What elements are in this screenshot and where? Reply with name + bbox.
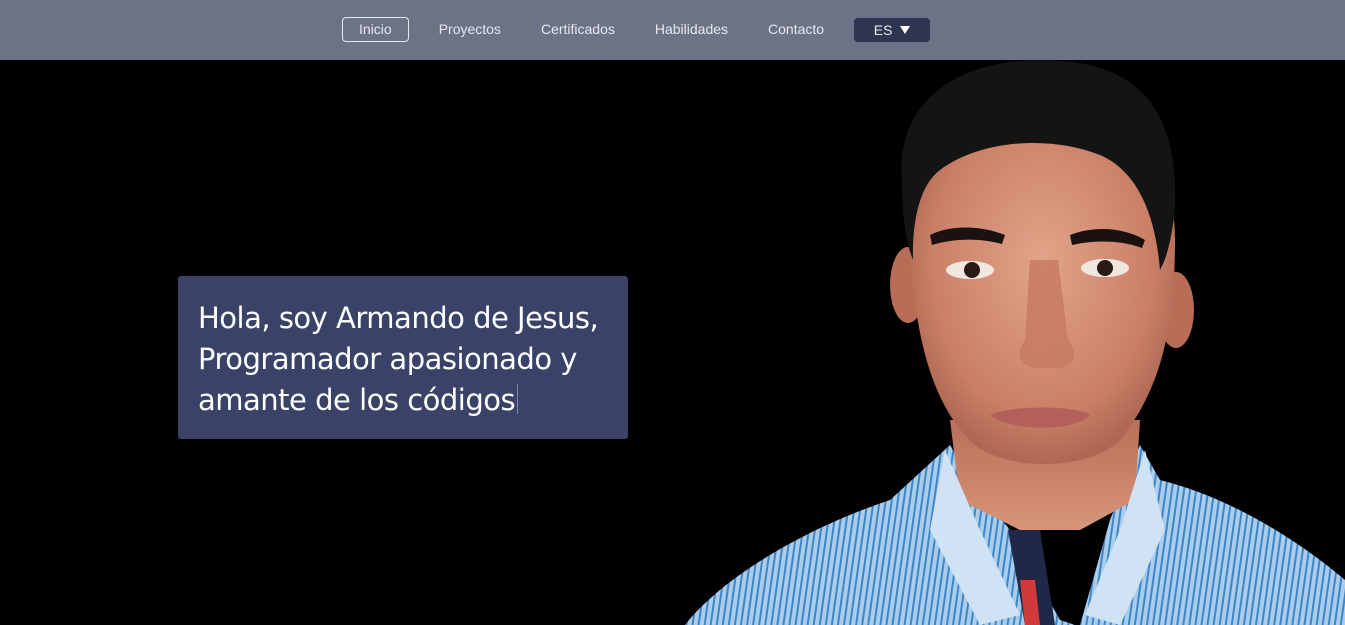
profile-photo [685, 60, 1345, 625]
typing-cursor [517, 384, 519, 414]
hero-section: Hola, soy Armando de Jesus, Programador … [0, 60, 1345, 625]
intro-line-1: Hola, soy Armando de Jesus, [198, 301, 599, 335]
nav-item-contacto[interactable]: Contacto [758, 17, 834, 42]
nav-menu: Inicio Proyectos Certificados Habilidade… [342, 17, 931, 42]
nav-item-certificados[interactable]: Certificados [531, 17, 625, 42]
page: Inicio Proyectos Certificados Habilidade… [0, 0, 1345, 625]
top-navbar: Inicio Proyectos Certificados Habilidade… [0, 0, 1345, 60]
nav-item-inicio[interactable]: Inicio [342, 17, 409, 42]
nav-item-habilidades[interactable]: Habilidades [645, 17, 738, 42]
intro-line-3: amante de los códigos [198, 383, 516, 417]
intro-box: Hola, soy Armando de Jesus, Programador … [178, 276, 628, 439]
nav-item-proyectos[interactable]: Proyectos [429, 17, 511, 42]
intro-line-2: Programador apasionado y [198, 342, 577, 376]
language-label: ES [873, 21, 893, 38]
caret-down-icon [900, 26, 911, 34]
language-selector[interactable]: ES [854, 17, 931, 42]
intro-text: Hola, soy Armando de Jesus, Programador … [198, 298, 608, 421]
